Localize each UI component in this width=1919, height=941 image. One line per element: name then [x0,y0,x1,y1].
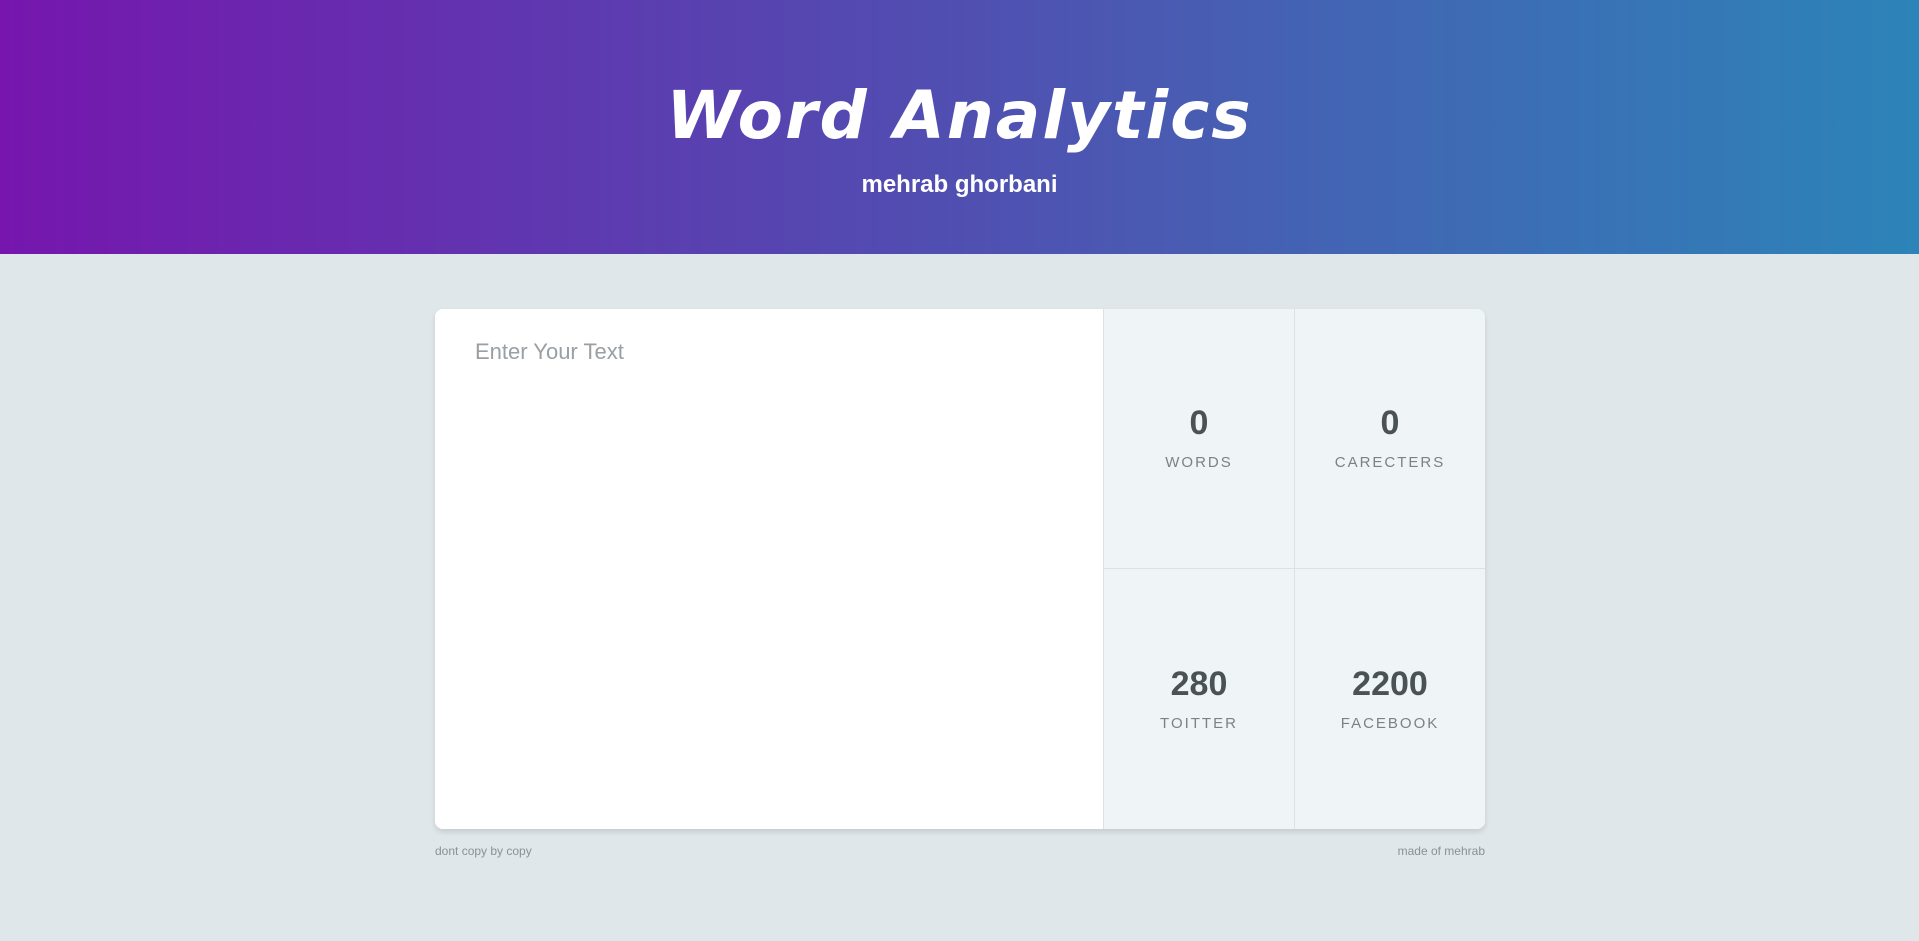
stats-panel: 0 WORDS 0 CARECTERS 280 TOITTER 2200 FAC… [1103,309,1485,829]
app-header: Word Analytics mehrab ghorbani [0,0,1919,254]
stat-characters-label: CARECTERS [1334,454,1446,471]
analytics-card: 0 WORDS 0 CARECTERS 280 TOITTER 2200 FAC… [435,309,1485,829]
stat-characters-value: 0 [1380,404,1400,442]
stat-twitter-value: 280 [1170,664,1228,703]
text-input[interactable] [435,309,1103,829]
stat-facebook-value: 2200 [1352,664,1428,703]
stat-characters: 0 CARECTERS [1294,309,1485,569]
stat-twitter: 280 TOITTER [1103,569,1294,829]
page-title: Word Analytics [666,77,1253,154]
stat-words: 0 WORDS [1103,309,1294,569]
stat-twitter-label: TOITTER [1160,714,1238,732]
stat-facebook: 2200 FACEBOOK [1294,569,1485,829]
stat-words-value: 0 [1189,404,1209,442]
stat-facebook-label: FACEBOOK [1340,714,1440,732]
footer-left-text: dont copy by copy [435,844,532,858]
stat-words-label: WORDS [1165,454,1233,471]
page-subtitle: mehrab ghorbani [861,171,1058,198]
footer-right-text: made of mehrab [1397,844,1485,858]
